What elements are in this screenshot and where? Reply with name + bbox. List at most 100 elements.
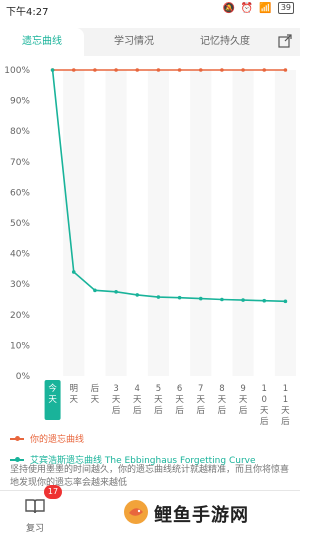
- legend-your-curve: 你的遗忘曲线: [10, 432, 295, 445]
- y-tick-label: 0%: [16, 372, 31, 382]
- ebbinghaus-curve-point: [114, 290, 118, 294]
- y-tick-label: 40%: [10, 250, 30, 260]
- column-band: [63, 70, 85, 376]
- legend-orange-marker: [10, 435, 24, 441]
- x-tick-label: 4: [135, 384, 140, 394]
- battery-level: 39: [280, 3, 291, 12]
- ebbinghaus-curve-point: [220, 297, 224, 302]
- review-label: 复习: [25, 524, 44, 534]
- x-tick-label: 天: [196, 395, 205, 405]
- wifi-icon: 📶: [259, 2, 272, 14]
- y-tick-label: 10%: [10, 341, 30, 351]
- ebbinghaus-curve-point: [262, 298, 267, 303]
- carp-logo-icon: [124, 500, 148, 524]
- x-tick-label: 天: [239, 395, 248, 405]
- column-band: [274, 70, 296, 376]
- battery-icon: 39: [277, 2, 294, 14]
- x-tick-label: 后: [239, 405, 248, 416]
- tab-label: 学习情况: [114, 36, 154, 47]
- your-curve-point: [114, 68, 118, 72]
- x-tick-label: 1: [283, 395, 288, 405]
- watermark-text: 鲤鱼手游网: [154, 505, 249, 526]
- ebbinghaus-curve-point: [198, 296, 203, 301]
- y-tick-label: 30%: [10, 280, 30, 290]
- x-tick-label: 7: [198, 384, 203, 394]
- x-tick-label: 1: [262, 384, 267, 394]
- your-curve-point: [135, 68, 140, 72]
- x-tick-label: 后: [281, 416, 290, 427]
- ebbinghaus-curve-point: [93, 288, 97, 293]
- x-tick-label: 天: [175, 395, 184, 405]
- review-icon: [25, 499, 45, 514]
- x-tick-label: 天: [218, 395, 227, 405]
- tab-memory-durability[interactable]: 记忆持久度: [180, 28, 270, 56]
- x-tick-label: 6: [177, 384, 182, 394]
- y-tick-label: 70%: [10, 158, 30, 168]
- ebbinghaus-curve-point: [50, 68, 55, 72]
- y-tick-label: 90%: [10, 97, 30, 107]
- y-tick-label: 50%: [10, 219, 30, 229]
- x-tick-label: 后: [218, 405, 227, 416]
- alarm-icon: ⏰: [240, 2, 254, 14]
- your-curve-point: [198, 68, 203, 72]
- status-bar: 下午4:27 🔕 ⏰ 📶 39: [0, 0, 300, 18]
- x-tick-label: 明: [69, 384, 78, 394]
- tab-label: 遗忘曲线: [22, 36, 62, 47]
- x-tick-label: 天: [112, 395, 121, 405]
- your-curve-point: [262, 68, 267, 72]
- legend-your-curve-label: 你的遗忘曲线: [30, 435, 85, 445]
- ebbinghaus-curve-point: [177, 295, 182, 300]
- column-band: [190, 70, 212, 376]
- ebbinghaus-curve-point: [135, 293, 140, 297]
- x-tick-label: 天: [260, 406, 269, 416]
- column-band: [105, 70, 127, 376]
- your-curve-point: [71, 68, 76, 72]
- y-tick-label: 60%: [10, 188, 30, 198]
- x-tick-label: 今: [48, 383, 57, 394]
- x-tick-label: 8: [219, 384, 224, 394]
- x-tick-label: 天: [48, 395, 57, 405]
- x-tick-label: 5: [156, 384, 161, 394]
- mute-icon: 🔕: [222, 2, 235, 14]
- y-tick-label: 80%: [10, 127, 30, 137]
- legend-teal-marker: [10, 456, 24, 462]
- x-tick-label: 天: [91, 395, 100, 405]
- column-band: [232, 70, 254, 376]
- x-tick-label: 后: [196, 405, 205, 416]
- x-tick-label: 天: [281, 406, 290, 416]
- x-tick-label: 后: [260, 416, 269, 427]
- your-curve-point: [220, 68, 224, 72]
- status-icons: 🔕 ⏰ 📶 39: [222, 2, 294, 14]
- x-tick-label: 1: [283, 384, 288, 394]
- review-button[interactable]: 复习: [18, 497, 52, 534]
- tab-bar: 遗忘曲线 学习情况 记忆持久度: [0, 28, 300, 56]
- x-tick-label: 后: [133, 405, 142, 416]
- ebbinghaus-curve-point: [71, 270, 76, 274]
- x-tick-label: 后: [112, 405, 121, 416]
- your-curve-point: [283, 68, 288, 72]
- status-time: 下午4:27: [6, 7, 49, 18]
- ebbinghaus-curve-point: [156, 295, 161, 299]
- x-tick-label: 后: [91, 383, 100, 394]
- tab-forgetting-curve[interactable]: 遗忘曲线: [0, 28, 84, 56]
- review-count-badge: 17: [44, 485, 62, 499]
- x-tick-label: 天: [133, 395, 142, 405]
- ebbinghaus-curve-point: [241, 298, 245, 302]
- x-tick-label: 后: [154, 405, 163, 416]
- tab-study-status[interactable]: 学习情况: [94, 28, 174, 56]
- ebbinghaus-curve-point: [283, 299, 288, 304]
- x-tick-label: 天: [69, 395, 78, 405]
- x-tick-label: 3: [113, 384, 118, 394]
- your-curve-point: [177, 68, 182, 72]
- share-icon[interactable]: [278, 34, 292, 48]
- tab-label: 记忆持久度: [200, 36, 250, 47]
- x-tick-label: 后: [175, 405, 184, 416]
- your-curve-point: [241, 68, 245, 72]
- x-tick-label: 天: [154, 395, 163, 405]
- your-curve-point: [93, 68, 97, 72]
- y-tick-label: 100%: [4, 66, 30, 76]
- y-tick-label: 20%: [10, 311, 30, 321]
- column-band: [147, 70, 169, 376]
- bottom-bar: 复习 17 鲤鱼手游网: [0, 485, 300, 534]
- your-curve-point: [156, 68, 161, 72]
